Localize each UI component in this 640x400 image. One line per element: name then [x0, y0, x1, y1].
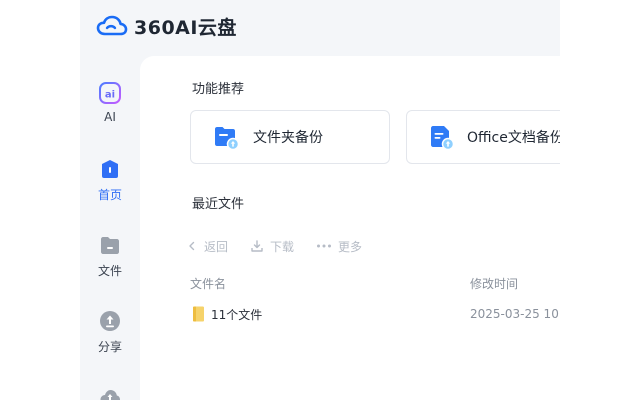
- back-button[interactable]: 返回: [186, 238, 228, 255]
- features-title: 功能推荐: [192, 82, 245, 97]
- column-header-name[interactable]: 文件名: [190, 275, 226, 292]
- feature-card-label: Office文档备份: [467, 130, 560, 146]
- share-icon: [99, 310, 121, 332]
- document-backup-icon: [431, 126, 455, 150]
- sidebar: ai AI 首页 文件 分享: [80, 60, 140, 400]
- office-backup-card[interactable]: Office文档备份: [406, 110, 560, 164]
- folder-backup-icon: [215, 127, 239, 150]
- more-dots-icon: [317, 244, 332, 248]
- sidebar-item-files[interactable]: 文件: [80, 234, 140, 279]
- file-toolbar: 返回 下载 更多: [186, 236, 384, 256]
- folder-icon: [99, 234, 121, 256]
- sidebar-item-label: 分享: [97, 340, 122, 354]
- page: 360AI云盘 ai AI 首页 文件 分享 功能推荐 文件夹备份 Office…: [0, 0, 640, 400]
- sidebar-item-share[interactable]: 分享: [80, 310, 140, 355]
- file-modified-time: 2025-03-25 10:5: [470, 307, 560, 321]
- sidebar-item-label: 文件: [97, 264, 122, 278]
- main-panel: 功能推荐 文件夹备份 Office文档备份 最近文件 返回 下载 更多 文件名 …: [140, 56, 560, 400]
- table-row[interactable]: 11个文件 2025-03-25 10:5: [192, 302, 560, 326]
- blank-area: [560, 0, 640, 400]
- more-label: 更多: [338, 239, 363, 254]
- file-name: 11个文件: [211, 307, 263, 322]
- feature-card-label: 文件夹备份: [253, 130, 323, 146]
- folder-icon: [193, 306, 204, 322]
- sidebar-item-transfer[interactable]: [80, 386, 140, 400]
- download-button[interactable]: 下载: [250, 238, 294, 255]
- folder-backup-card[interactable]: 文件夹备份: [190, 110, 390, 164]
- column-header-modified[interactable]: 修改时间: [470, 275, 518, 292]
- sidebar-item-label: AI: [104, 110, 116, 124]
- chevron-left-icon: [189, 241, 195, 251]
- ai-icon: ai: [99, 82, 121, 104]
- cloud-upload-icon: [99, 386, 121, 400]
- sidebar-item-home[interactable]: 首页: [80, 158, 140, 203]
- brand-header: 360AI云盘: [96, 10, 237, 42]
- cloud-logo-icon: [96, 15, 128, 36]
- app-window: 360AI云盘 ai AI 首页 文件 分享 功能推荐 文件夹备份 Office…: [80, 0, 560, 400]
- more-button[interactable]: 更多: [316, 238, 362, 255]
- svg-text:ai: ai: [105, 90, 115, 101]
- sidebar-item-ai[interactable]: ai AI: [80, 82, 140, 124]
- home-icon: [99, 158, 121, 180]
- back-label: 返回: [204, 239, 229, 254]
- download-label: 下载: [270, 239, 295, 254]
- download-icon: [251, 240, 263, 252]
- recent-files-title: 最近文件: [192, 197, 245, 212]
- brand-name: 360AI云盘: [134, 16, 237, 39]
- sidebar-item-label: 首页: [97, 188, 122, 202]
